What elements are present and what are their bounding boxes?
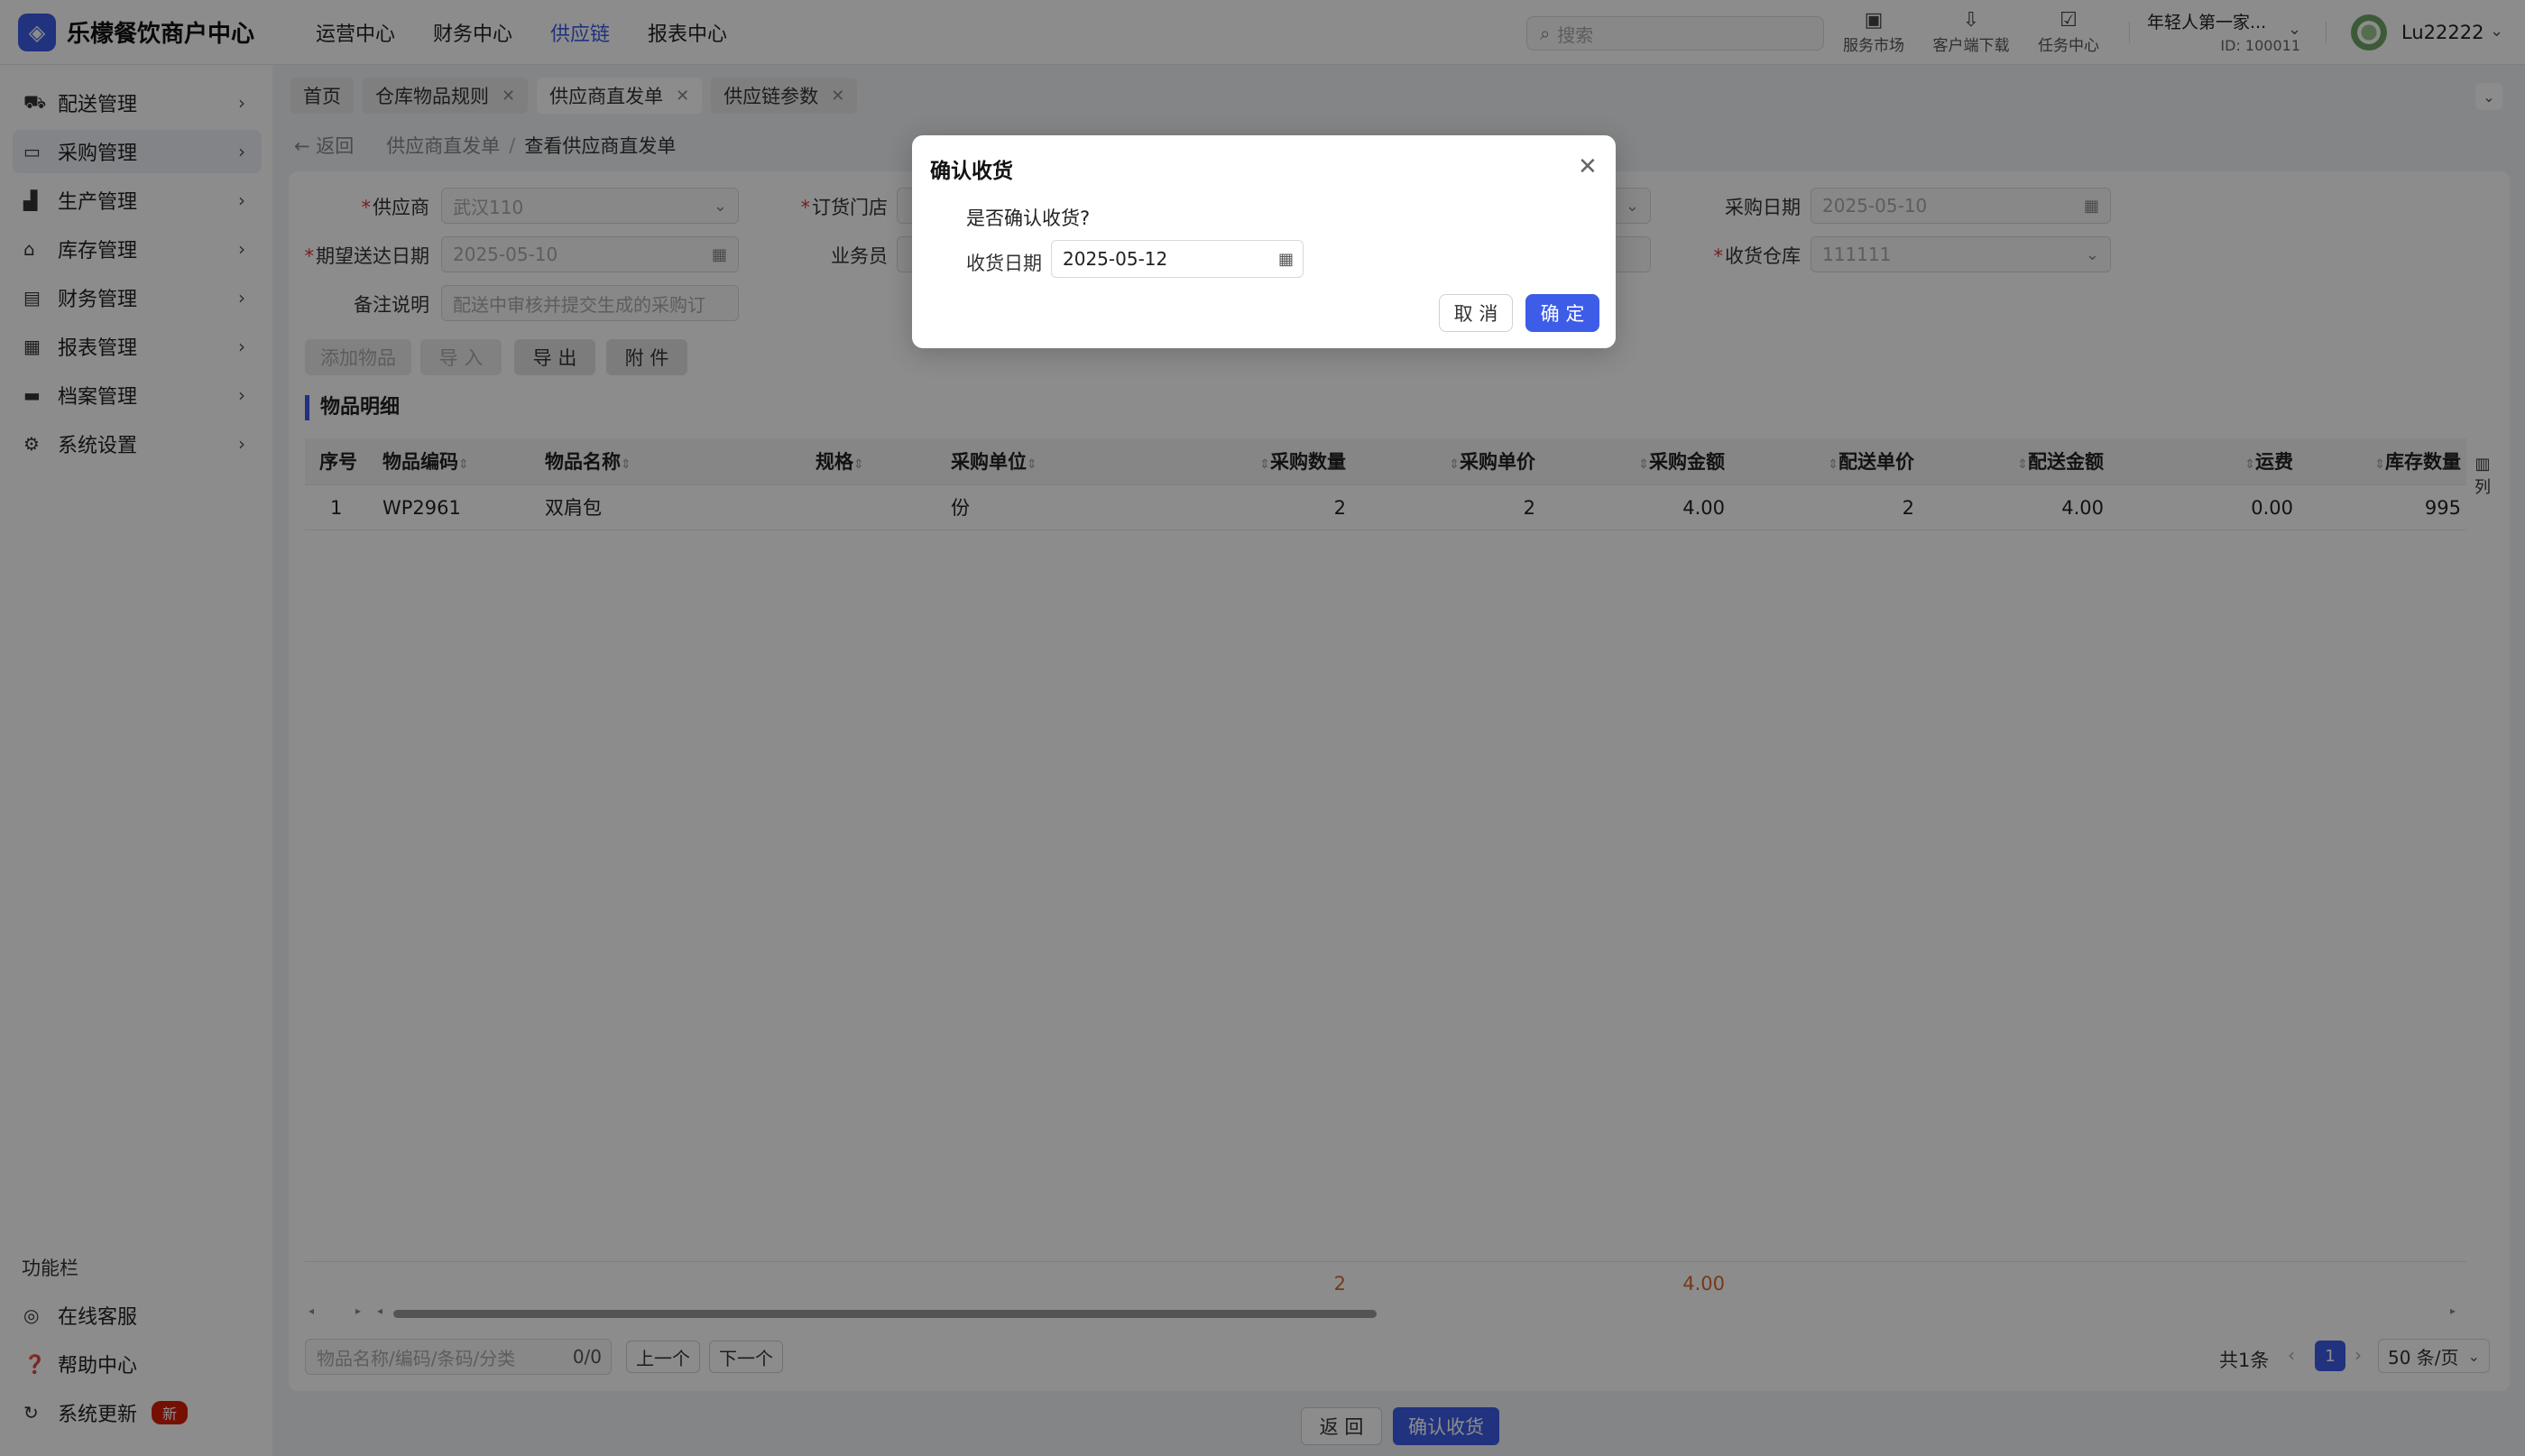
calendar-icon: ▦ xyxy=(1277,249,1294,269)
dialog-title: 确认收货 xyxy=(930,160,1013,183)
dialog-question: 是否确认收货? xyxy=(966,207,1091,229)
receipt-date-label: 收货日期 xyxy=(966,253,1042,274)
receipt-date-value: 2025-05-12 xyxy=(1063,248,1168,270)
close-icon[interactable]: ✕ xyxy=(1578,153,1598,180)
cancel-button[interactable]: 取 消 xyxy=(1439,294,1513,332)
ok-button[interactable]: 确 定 xyxy=(1525,294,1599,332)
confirm-receipt-dialog: 确认收货 ✕ 是否确认收货? 收货日期 2025-05-12 ▦ 取 消 确 定 xyxy=(912,135,1616,348)
receipt-date-picker[interactable]: 2025-05-12 ▦ xyxy=(1051,240,1304,278)
